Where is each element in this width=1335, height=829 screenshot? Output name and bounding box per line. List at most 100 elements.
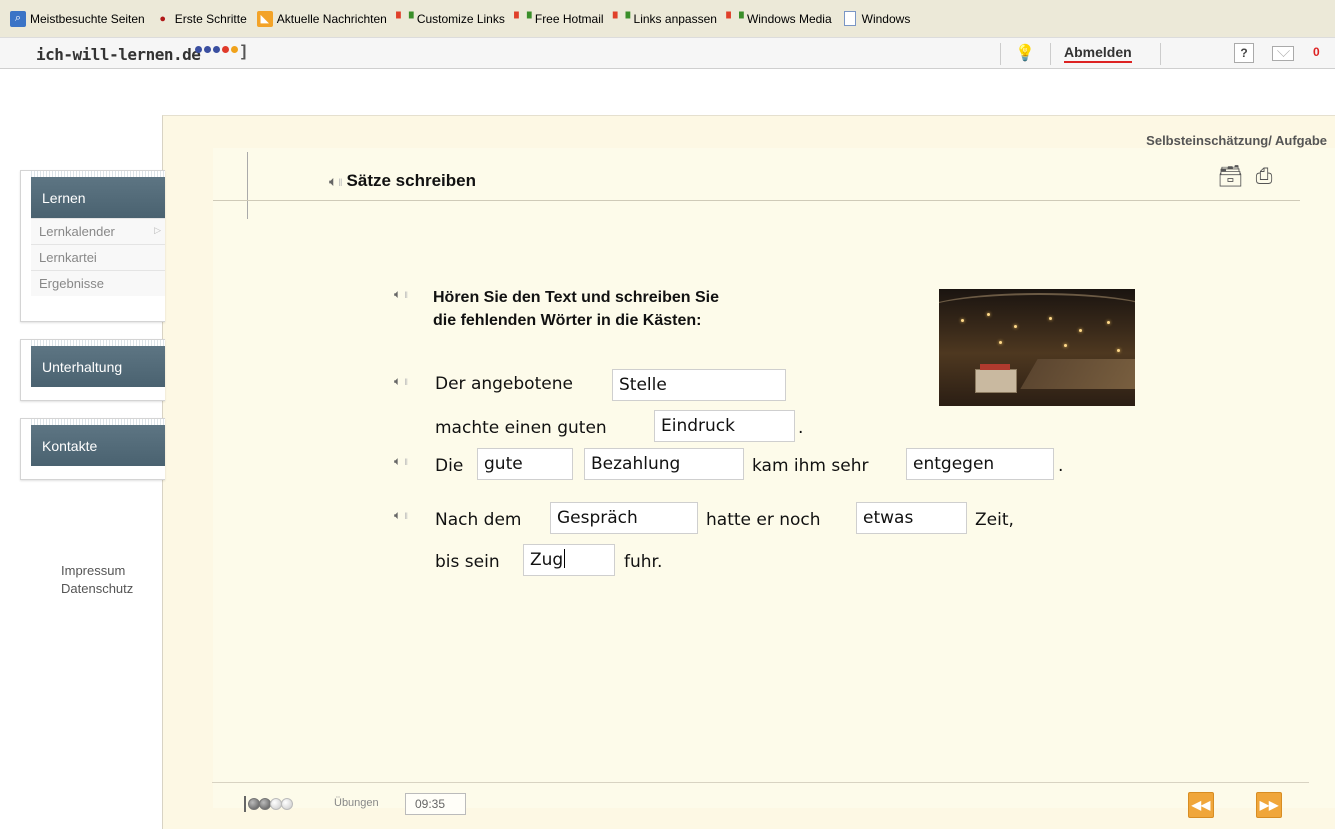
windows-icon: ▘ ▝ (514, 13, 532, 25)
sentence-text: bis sein (435, 552, 500, 572)
breadcrumb: Selbsteinschätzung/ Aufgabe (1146, 133, 1327, 148)
nav-item-ergebnisse[interactable]: Ergebnisse (31, 270, 165, 296)
logo-dot (231, 46, 238, 53)
bookmark-free-hotmail[interactable]: ▘ ▝ Free Hotmail (514, 11, 604, 27)
mail-icon[interactable] (1272, 46, 1294, 61)
sentence-text: hatte er noch (706, 510, 821, 530)
lightbulb-icon[interactable]: 💡 (1015, 43, 1035, 65)
sentence-text: Zeit, (975, 510, 1014, 530)
answer-input-focused[interactable]: Zug (523, 544, 615, 576)
search-icon: ⌕ (10, 10, 26, 27)
bookmark-label: Erste Schritte (174, 11, 247, 26)
site-logo[interactable]: ich-will-lernen.de (36, 45, 201, 64)
bookmark-label: Windows (861, 11, 911, 26)
nav-list: Lernkalender ▷ Lernkartei Ergebnisse (31, 218, 165, 300)
answer-input[interactable]: etwas (856, 502, 967, 534)
page-title: Sätze schreiben (346, 171, 476, 190)
nav-header-unterhaltung[interactable]: Unterhaltung (31, 340, 165, 387)
speaker-icon[interactable]: 🔈︎ (329, 173, 341, 190)
impressum-link[interactable]: Impressum (61, 562, 133, 580)
rss-icon: ◣ (256, 10, 273, 27)
sentence-text: Nach dem (435, 510, 522, 530)
answer-input[interactable]: Stelle (612, 369, 786, 401)
previous-button[interactable]: ◀◀ (1188, 792, 1214, 818)
logout-link[interactable]: Abmelden (1064, 44, 1132, 63)
nav-section-kontakte: Kontakte (20, 418, 165, 480)
bookmarks-toolbar: ⌕ Meistbesuchte Seiten ● Erste Schritte … (0, 0, 1335, 37)
bookmark-label: Aktuelle Nachrichten (276, 11, 387, 26)
logo-bracket: ] (241, 43, 247, 60)
sentence-text: machte einen guten (435, 418, 607, 438)
firefox-icon: ● (159, 12, 167, 25)
bookmark-windows-media[interactable]: ▘ ▝ Windows Media (726, 11, 832, 27)
nav-item-label: Lernkartei (39, 250, 97, 265)
sentence-text: Der angebotene (435, 374, 573, 394)
bookmark-meistbesuchte-seiten[interactable]: ⌕ Meistbesuchte Seiten (10, 10, 145, 27)
bookmark-label: Free Hotmail (534, 11, 604, 26)
bookmark-label: Meistbesuchte Seiten (30, 11, 145, 26)
save-icon[interactable]: 🗃︎ (1217, 164, 1244, 190)
tool-icons: 🗃︎ ⎙ (1209, 164, 1277, 190)
bookmark-windows[interactable]: Windows (842, 11, 911, 27)
text-cursor (564, 549, 566, 568)
nav-header-lernen[interactable]: Lernen (31, 171, 165, 218)
nav-item-lernkalender[interactable]: Lernkalender ▷ (31, 218, 165, 244)
nav-section-lernen: Lernen Lernkalender ▷ Lernkartei Ergebni… (20, 170, 165, 322)
nav-item-label: Ergebnisse (39, 276, 105, 291)
bookmark-customize-links[interactable]: ▘ ▝ Customize Links (396, 11, 505, 27)
footer-links: Impressum Datenschutz (61, 562, 133, 598)
windows-icon: ▘ ▝ (726, 13, 744, 25)
exercise-progress (244, 796, 293, 812)
speaker-icon[interactable]: 🔈︎ (394, 374, 408, 389)
answer-input[interactable]: Gespräch (550, 502, 698, 534)
progress-bar-start (244, 796, 246, 812)
logo-dot (195, 46, 202, 53)
bottom-divider (212, 782, 1309, 783)
windows-icon: ▘ ▝ (396, 13, 414, 25)
logo-dot (213, 46, 220, 53)
answer-input[interactable]: Eindruck (654, 410, 795, 442)
print-icon[interactable]: ⎙ (1251, 164, 1277, 190)
nav-item-lernkartei[interactable]: Lernkartei (31, 244, 165, 270)
nav-header-kontakte[interactable]: Kontakte (31, 419, 165, 466)
timer: 09:35 (405, 793, 466, 815)
mail-count: 0 (1313, 45, 1320, 59)
logo-dot (204, 46, 211, 53)
exercise-panel-inner (213, 148, 1335, 808)
next-button[interactable]: ▶▶ (1256, 792, 1282, 818)
bookmark-aktuelle-nachrichten[interactable]: ◣ Aktuelle Nachrichten (256, 10, 387, 27)
sentence-text: kam ihm sehr (752, 456, 869, 476)
nav-item-label: Lernkalender (39, 224, 115, 239)
bookmark-links-anpassen[interactable]: ▘ ▝ Links anpassen (613, 11, 717, 27)
header-divider (1050, 43, 1051, 65)
answer-input[interactable]: entgegen (906, 448, 1054, 480)
train-station-photo (939, 289, 1135, 406)
bookmark-label: Windows Media (746, 11, 832, 26)
chevron-right-icon: ▷ (154, 225, 161, 235)
bookmark-label: Customize Links (416, 11, 505, 26)
speaker-icon[interactable]: 🔈︎ (394, 454, 408, 469)
bookmark-erste-schritte[interactable]: ● Erste Schritte (155, 11, 247, 27)
instruction-line: die fehlenden Wörter in die Kästen: (433, 312, 702, 329)
answer-input[interactable]: gute (477, 448, 573, 480)
title-row: 🔈︎ Sätze schreiben (329, 171, 476, 191)
answer-input[interactable]: Bezahlung (584, 448, 744, 480)
page-icon (842, 11, 858, 27)
bookmark-label: Links anpassen (633, 11, 717, 26)
datenschutz-link[interactable]: Datenschutz (61, 580, 133, 598)
exercise-panel: Selbsteinschätzung/ Aufgabe 🔈︎ Sätze sch… (162, 115, 1335, 829)
header-horizontal-divider (213, 200, 1300, 201)
sentence-text: fuhr. (624, 552, 663, 572)
speaker-icon[interactable]: 🔈︎ (394, 508, 408, 523)
header-divider (1160, 43, 1161, 65)
sentence-text: . (798, 418, 804, 438)
windows-icon: ▘ ▝ (613, 13, 631, 25)
sentence-text: Die (435, 456, 464, 476)
site-header: ich-will-lernen.de ] 💡 Abmelden ? 0 (0, 37, 1335, 69)
progress-label: Übungen (334, 797, 379, 809)
sentence-text: . (1058, 456, 1064, 476)
answer-value: Zug (530, 550, 564, 570)
speaker-icon[interactable]: 🔈︎ (394, 287, 408, 302)
progress-dot-pending (281, 798, 293, 810)
help-icon[interactable]: ? (1234, 43, 1254, 63)
